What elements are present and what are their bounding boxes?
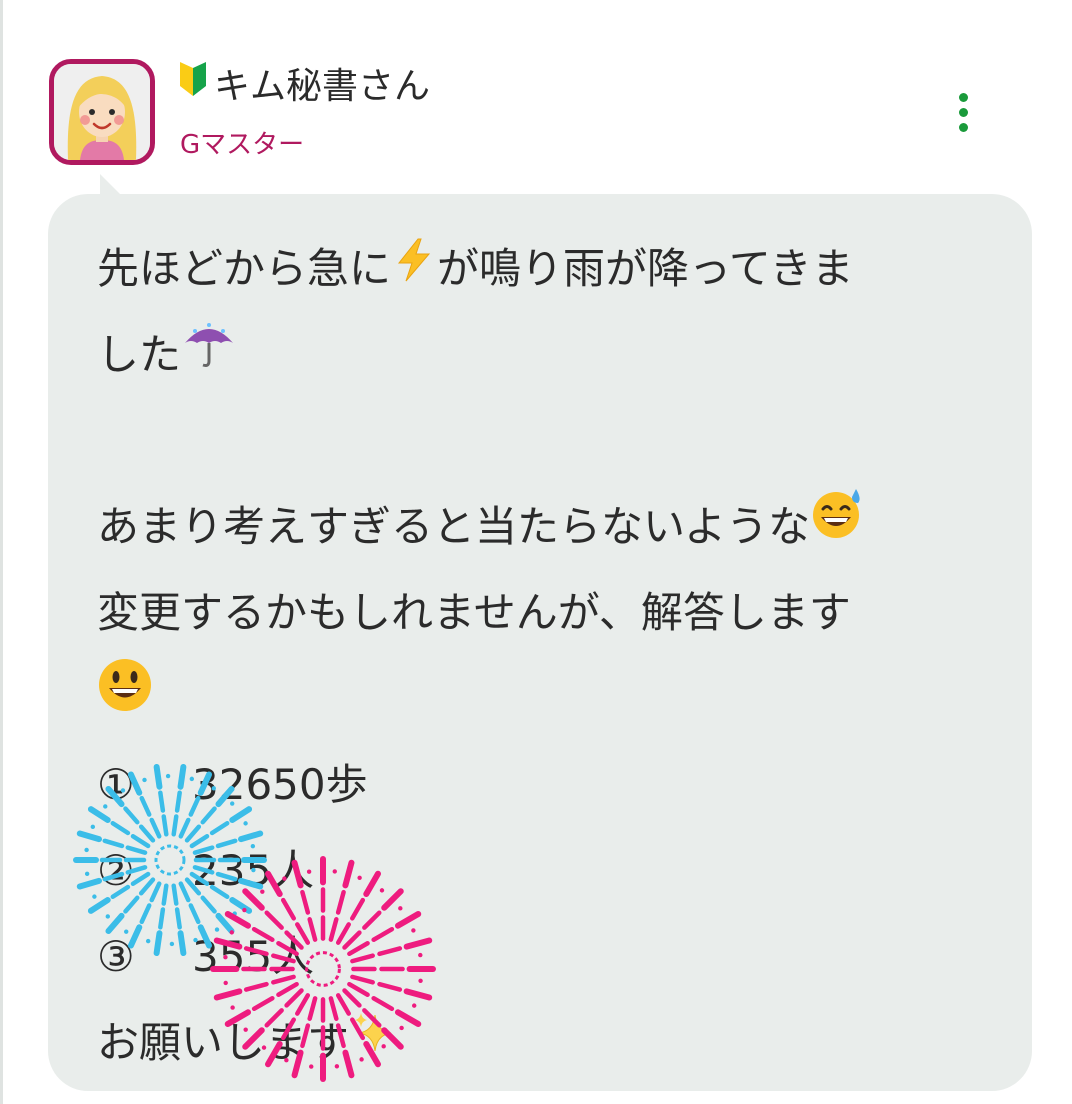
sparkles-icon: [349, 1000, 397, 1086]
beginner-mark-icon: [178, 60, 208, 107]
sweat-smile-icon: [810, 484, 864, 570]
left-border: [0, 0, 3, 1104]
lightning-icon: [391, 226, 437, 312]
message-line: [97, 656, 987, 742]
user-avatar[interactable]: [49, 59, 155, 165]
answer-row: ② 235人: [97, 846, 315, 895]
user-name-row[interactable]: キム秘書さん: [178, 60, 431, 107]
message-body: 先ほどから急に が鳴り雨が降ってきま した あまり考えすぎると当たらないような: [97, 226, 987, 1086]
message-line: した: [97, 312, 987, 398]
answer-row: ③ 355人: [97, 932, 315, 981]
smiley-icon: [97, 656, 153, 742]
answer-row: ① 32650歩: [97, 760, 368, 809]
message-line: 変更するかもしれませんが、解答します: [97, 588, 851, 637]
message-line: 先ほどから急に が鳴り雨が降ってきま: [97, 226, 987, 312]
message-line: あまり考えすぎると当たらないような: [97, 484, 987, 570]
more-vertical-icon[interactable]: [940, 86, 986, 138]
user-name: キム秘書さん: [214, 66, 431, 107]
umbrella-rain-icon: [181, 312, 237, 398]
user-rank: Gマスター: [180, 130, 305, 160]
message-line: お願いします: [97, 1000, 987, 1086]
